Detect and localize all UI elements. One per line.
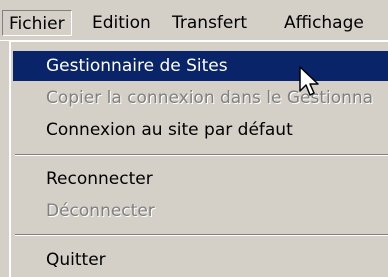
- menu-edition[interactable]: Edition: [92, 10, 151, 36]
- menu-separator: [15, 234, 388, 236]
- menu-affichage[interactable]: Affichage: [284, 10, 364, 36]
- fichier-dropdown-menu: Gestionnaire de Sites Copier la connexio…: [9, 40, 388, 277]
- menu-item-default-connect[interactable]: Connexion au site par défaut: [13, 115, 388, 145]
- menu-item-reconnect[interactable]: Reconnecter: [13, 164, 388, 194]
- menu-item-disconnect: Déconnecter: [46, 201, 155, 221]
- menu-separator: [15, 154, 388, 156]
- mouse-pointer-icon: [299, 66, 319, 96]
- menu-item-copy-connection: Copier la connexion dans le Gestionna: [46, 88, 374, 108]
- menu-item-site-manager[interactable]: Gestionnaire de Sites: [13, 51, 388, 81]
- menu-item-quit[interactable]: Quitter: [13, 245, 388, 275]
- menu-fichier[interactable]: Fichier: [2, 10, 72, 36]
- menu-bar: Fichier Edition Transfert Affichage: [0, 0, 388, 41]
- menu-transfert[interactable]: Transfert: [172, 10, 247, 36]
